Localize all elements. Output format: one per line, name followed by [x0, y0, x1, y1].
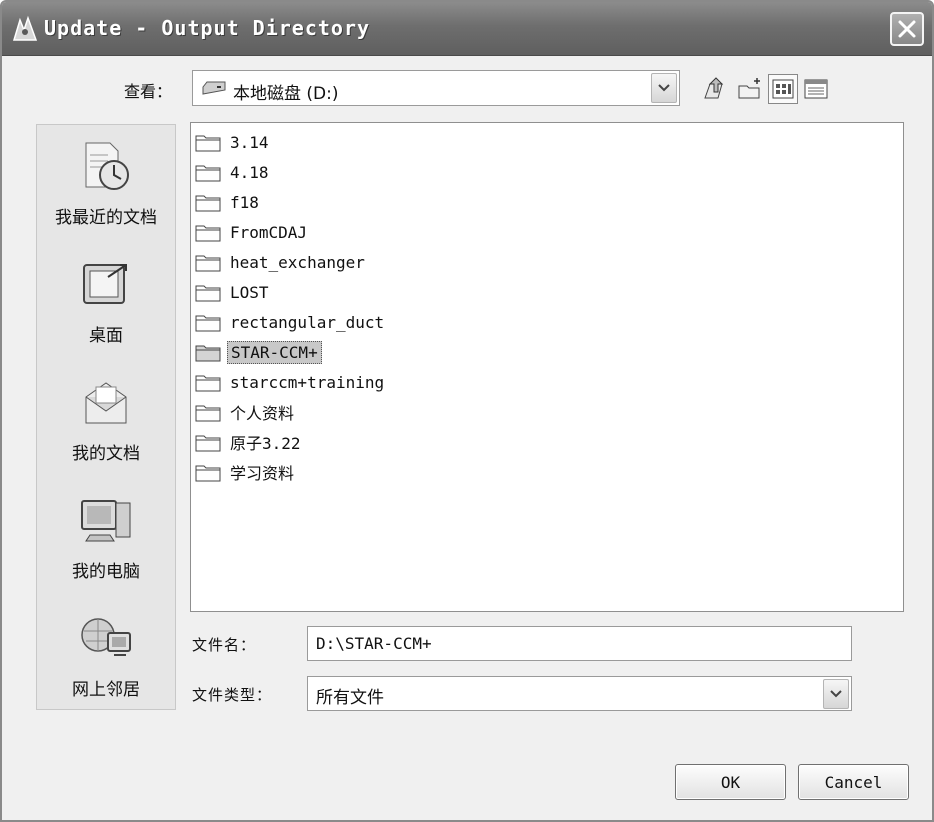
folder-icon [195, 465, 221, 482]
new-folder-icon [738, 78, 760, 99]
folder-icon [195, 285, 221, 302]
filename-label: 文件名： [192, 636, 257, 654]
filetype-label: 文件类型： [192, 686, 273, 704]
up-one-level-button[interactable] [700, 74, 730, 104]
list-item-selected[interactable]: STAR-CCM+ [195, 339, 322, 365]
place-label: 网上邻居 [72, 680, 140, 700]
list-item[interactable]: starccm+training [195, 369, 387, 395]
recent-documents-icon [85, 142, 129, 190]
folder-icon [195, 165, 221, 182]
chevron-down-icon [830, 690, 842, 698]
details-view-icon [804, 79, 828, 99]
filetype-dropdown[interactable]: 所有文件 [307, 676, 852, 711]
file-name: 原子3.22 [230, 434, 301, 453]
file-name: STAR-CCM+ [227, 340, 322, 364]
file-name: rectangular_duct [230, 312, 385, 332]
my-computer-icon [81, 500, 131, 542]
place-label: 我的电脑 [72, 562, 140, 582]
look-in-value: 本地磁盘 (D:) [233, 84, 339, 104]
file-name: 3.14 [230, 132, 269, 152]
view-menu-button[interactable] [768, 74, 798, 104]
place-my-computer[interactable]: 我的电脑 [37, 493, 175, 582]
place-label: 我的文档 [72, 444, 140, 464]
close-button[interactable] [890, 12, 924, 46]
place-label: 我最近的文档 [55, 208, 157, 228]
list-view-icon [772, 79, 794, 99]
up-folder-icon [704, 77, 724, 99]
file-list[interactable]: 3.14 4.18 f18 FromCDAJ heat_exchanger LO… [190, 122, 904, 612]
my-documents-icon [85, 382, 127, 424]
place-network[interactable]: 网上邻居 [37, 611, 175, 700]
chevron-down-icon [658, 84, 670, 92]
look-in-label: 查看： [124, 82, 173, 101]
file-name: starccm+training [230, 372, 385, 392]
folder-icon [195, 405, 221, 422]
desktop-icon [83, 264, 127, 304]
look-in-dropdown[interactable]: 本地磁盘 (D:) [192, 70, 680, 106]
app-icon [12, 15, 38, 41]
place-label: 桌面 [89, 326, 123, 346]
list-item[interactable]: 4.18 [195, 159, 272, 185]
file-name: 4.18 [230, 162, 269, 182]
folder-icon [195, 195, 221, 212]
file-name: f18 [230, 192, 259, 212]
file-name: FromCDAJ [230, 222, 308, 242]
title-bar[interactable]: Update - Output Directory [2, 2, 932, 56]
list-item[interactable]: 个人资料 [195, 399, 297, 425]
drive-icon [202, 81, 226, 95]
folder-icon [195, 135, 221, 152]
list-item[interactable]: 3.14 [195, 129, 272, 155]
file-name: LOST [230, 282, 269, 302]
file-name: 个人资料 [230, 404, 295, 423]
folder-icon [195, 225, 221, 242]
details-view-button[interactable] [801, 74, 831, 104]
list-item[interactable]: heat_exchanger [195, 249, 368, 275]
folder-icon [195, 315, 221, 332]
folder-icon [195, 255, 221, 272]
filetype-value: 所有文件 [316, 688, 384, 708]
network-places-icon [81, 618, 131, 656]
ok-button[interactable]: OK [675, 764, 786, 800]
dialog-window: Update - Output Directory 查看： 本地磁盘 (D:) [0, 0, 934, 822]
list-item[interactable]: 原子3.22 [195, 429, 304, 455]
close-icon [898, 20, 916, 38]
folder-icon [195, 375, 221, 392]
list-item[interactable]: f18 [195, 189, 262, 215]
place-desktop[interactable]: 桌面 [37, 257, 175, 346]
file-name: 学习资料 [230, 464, 295, 483]
place-my-documents[interactable]: 我的文档 [37, 375, 175, 464]
cancel-button[interactable]: Cancel [798, 764, 909, 800]
look-in-dropdown-arrow[interactable] [651, 73, 677, 103]
list-item[interactable]: rectangular_duct [195, 309, 387, 335]
list-item[interactable]: FromCDAJ [195, 219, 310, 245]
window-title: Update - Output Directory [44, 16, 371, 40]
folder-icon [195, 435, 221, 452]
folder-icon [195, 345, 221, 362]
places-bar: 我最近的文档 桌面 我的文档 我的电脑 网上邻居 [36, 124, 176, 710]
list-item[interactable]: LOST [195, 279, 272, 305]
list-item[interactable]: 学习资料 [195, 459, 297, 485]
filetype-dropdown-arrow[interactable] [823, 679, 849, 709]
place-recent-documents[interactable]: 我最近的文档 [37, 139, 175, 228]
filename-input[interactable] [307, 626, 852, 661]
file-name: heat_exchanger [230, 252, 365, 272]
new-folder-button[interactable] [735, 74, 765, 104]
